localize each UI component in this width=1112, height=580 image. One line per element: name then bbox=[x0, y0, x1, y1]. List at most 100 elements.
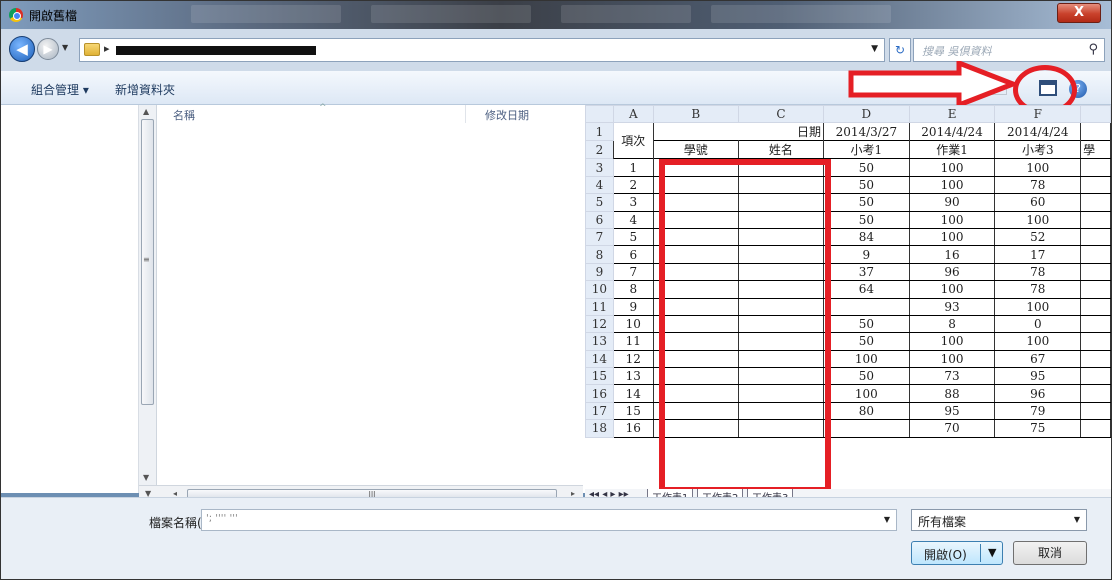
cell-item-number: 1 bbox=[612, 158, 654, 177]
column-header-name[interactable]: 名稱 bbox=[173, 107, 195, 123]
cell-score: 80 bbox=[823, 401, 910, 421]
column-header-modified[interactable]: 修改日期 bbox=[485, 107, 529, 123]
recent-locations-dropdown[interactable]: ▼ bbox=[62, 43, 68, 52]
cell-score: 8 bbox=[908, 314, 996, 334]
cell-score: 78 bbox=[994, 175, 1082, 195]
scroll-grip: ≡ bbox=[143, 255, 150, 264]
cell-score: 84 bbox=[823, 227, 910, 247]
split-divider bbox=[980, 544, 981, 562]
cell-score: 67 bbox=[994, 349, 1082, 369]
breadcrumb-separator[interactable]: ▸ bbox=[104, 42, 110, 55]
cell-score: 100 bbox=[908, 280, 996, 299]
column-header-d: D bbox=[823, 105, 910, 124]
cell bbox=[1080, 367, 1111, 386]
cell-item-number: 14 bbox=[612, 384, 654, 403]
scroll-down-arrow[interactable]: ▼ bbox=[143, 473, 149, 482]
navigation-pane[interactable] bbox=[1, 105, 139, 493]
cell bbox=[1080, 210, 1111, 229]
cell-score: 100 bbox=[908, 332, 996, 351]
cell bbox=[1080, 332, 1111, 351]
cell-score: 100 bbox=[994, 158, 1082, 177]
filename-input[interactable]: '; '''' ''' ▼ bbox=[201, 509, 897, 531]
cell bbox=[1080, 227, 1111, 247]
scroll-up-arrow[interactable]: ▲ bbox=[143, 107, 149, 116]
cell bbox=[1080, 349, 1111, 369]
cell-date-label: 日期 bbox=[738, 122, 825, 141]
open-button[interactable]: 開啟(O) ▼ bbox=[911, 541, 1003, 565]
row-header: 5 bbox=[585, 193, 614, 212]
row-header: 7 bbox=[585, 227, 614, 247]
forward-arrow-icon[interactable]: ▶ bbox=[37, 38, 59, 60]
cell bbox=[1080, 245, 1111, 264]
search-icon[interactable]: ⚲ bbox=[1088, 42, 1098, 57]
cell-score: 17 bbox=[994, 245, 1082, 264]
row-header: 3 bbox=[585, 158, 614, 177]
window-title: 開啟舊檔 bbox=[29, 9, 78, 23]
address-dropdown-button[interactable]: ▼ bbox=[871, 44, 878, 54]
filename-dropdown-button[interactable]: ▼ bbox=[884, 515, 890, 524]
chrome-icon bbox=[9, 8, 23, 22]
cell-item-number: 11 bbox=[612, 332, 654, 351]
cell-score: 95 bbox=[908, 401, 996, 421]
column-header-b: B bbox=[652, 105, 739, 124]
open-file-dialog: 開啟舊檔 X ◀ ▶ ▼ ▸ ▼ ↻ 搜尋 吳倶資料 ⚲ 組合管理 ▾ 新增資料… bbox=[0, 0, 1112, 580]
address-path-box[interactable]: ▸ ▼ bbox=[79, 38, 885, 62]
cell-item-header: 項次 bbox=[612, 122, 654, 159]
chevron-down-icon[interactable]: ▼ bbox=[1074, 515, 1080, 524]
row-header: 9 bbox=[585, 262, 614, 282]
sheet-corner bbox=[585, 105, 614, 124]
cell-score: 73 bbox=[908, 367, 996, 386]
filename-value: '; '''' ''' bbox=[206, 513, 238, 524]
cell bbox=[1080, 314, 1111, 334]
cell-date: 2014/4/24 bbox=[908, 122, 996, 141]
cell-score: 79 bbox=[994, 401, 1082, 421]
cell-item-number: 15 bbox=[612, 401, 654, 421]
back-arrow-icon[interactable]: ◀ bbox=[9, 36, 35, 62]
column-header-a: A bbox=[612, 105, 654, 124]
cell-score: 100 bbox=[994, 210, 1082, 229]
file-type-select[interactable]: 所有檔案 ▼ bbox=[911, 509, 1087, 531]
cell bbox=[1080, 401, 1111, 421]
cell bbox=[1080, 175, 1111, 195]
column-header-c: C bbox=[737, 105, 825, 124]
cell-score: 70 bbox=[908, 419, 996, 438]
cell-score: 16 bbox=[908, 245, 996, 264]
folder-icon bbox=[84, 43, 100, 56]
close-button[interactable]: X bbox=[1057, 3, 1101, 23]
cell-score: 50 bbox=[823, 193, 910, 212]
annotation-arrow bbox=[848, 61, 1017, 107]
row-header: 12 bbox=[585, 314, 614, 334]
file-list[interactable]: ▲ ≡ ▼ 名稱 ^ 修改日期 bbox=[139, 103, 585, 493]
cell-score: 100 bbox=[994, 332, 1082, 351]
sort-indicator-icon: ^ bbox=[319, 103, 327, 113]
open-button-label: 開啟(O) bbox=[924, 548, 967, 562]
row-header: 4 bbox=[585, 175, 614, 195]
cell-score: 50 bbox=[823, 210, 910, 229]
cell-assessment: 小考1 bbox=[823, 140, 910, 160]
column-header-f: F bbox=[994, 105, 1082, 124]
cell-assessment: 學 bbox=[1080, 140, 1111, 160]
file-type-value: 所有檔案 bbox=[918, 515, 967, 529]
cell-score: 50 bbox=[823, 175, 910, 195]
open-options-dropdown[interactable]: ▼ bbox=[988, 546, 996, 559]
search-input[interactable]: 搜尋 吳倶資料 ⚲ bbox=[913, 38, 1105, 62]
cell-score: 100 bbox=[908, 210, 996, 229]
cell-student-id-header: 學號 bbox=[652, 140, 739, 160]
new-folder-button[interactable]: 新增資料夾 bbox=[115, 81, 175, 98]
cell-score: 64 bbox=[823, 280, 910, 299]
cell-score: 50 bbox=[823, 314, 910, 334]
vertical-scrollbar[interactable]: ▲ ≡ ▼ bbox=[139, 105, 157, 489]
refresh-icon[interactable]: ↻ bbox=[889, 38, 911, 62]
row-header: 13 bbox=[585, 332, 614, 351]
cell-score: 93 bbox=[908, 297, 996, 316]
organize-menu-button[interactable]: 組合管理 ▾ bbox=[31, 81, 89, 98]
cell bbox=[1080, 122, 1111, 141]
cell-score: 52 bbox=[994, 227, 1082, 247]
column-divider[interactable] bbox=[465, 105, 466, 123]
background-tab bbox=[561, 5, 691, 23]
cell-item-number: 7 bbox=[612, 262, 654, 282]
cell-score: 50 bbox=[823, 367, 910, 386]
cell-item-number: 12 bbox=[612, 349, 654, 369]
cell bbox=[1080, 280, 1111, 299]
cancel-button[interactable]: 取消 bbox=[1013, 541, 1087, 565]
